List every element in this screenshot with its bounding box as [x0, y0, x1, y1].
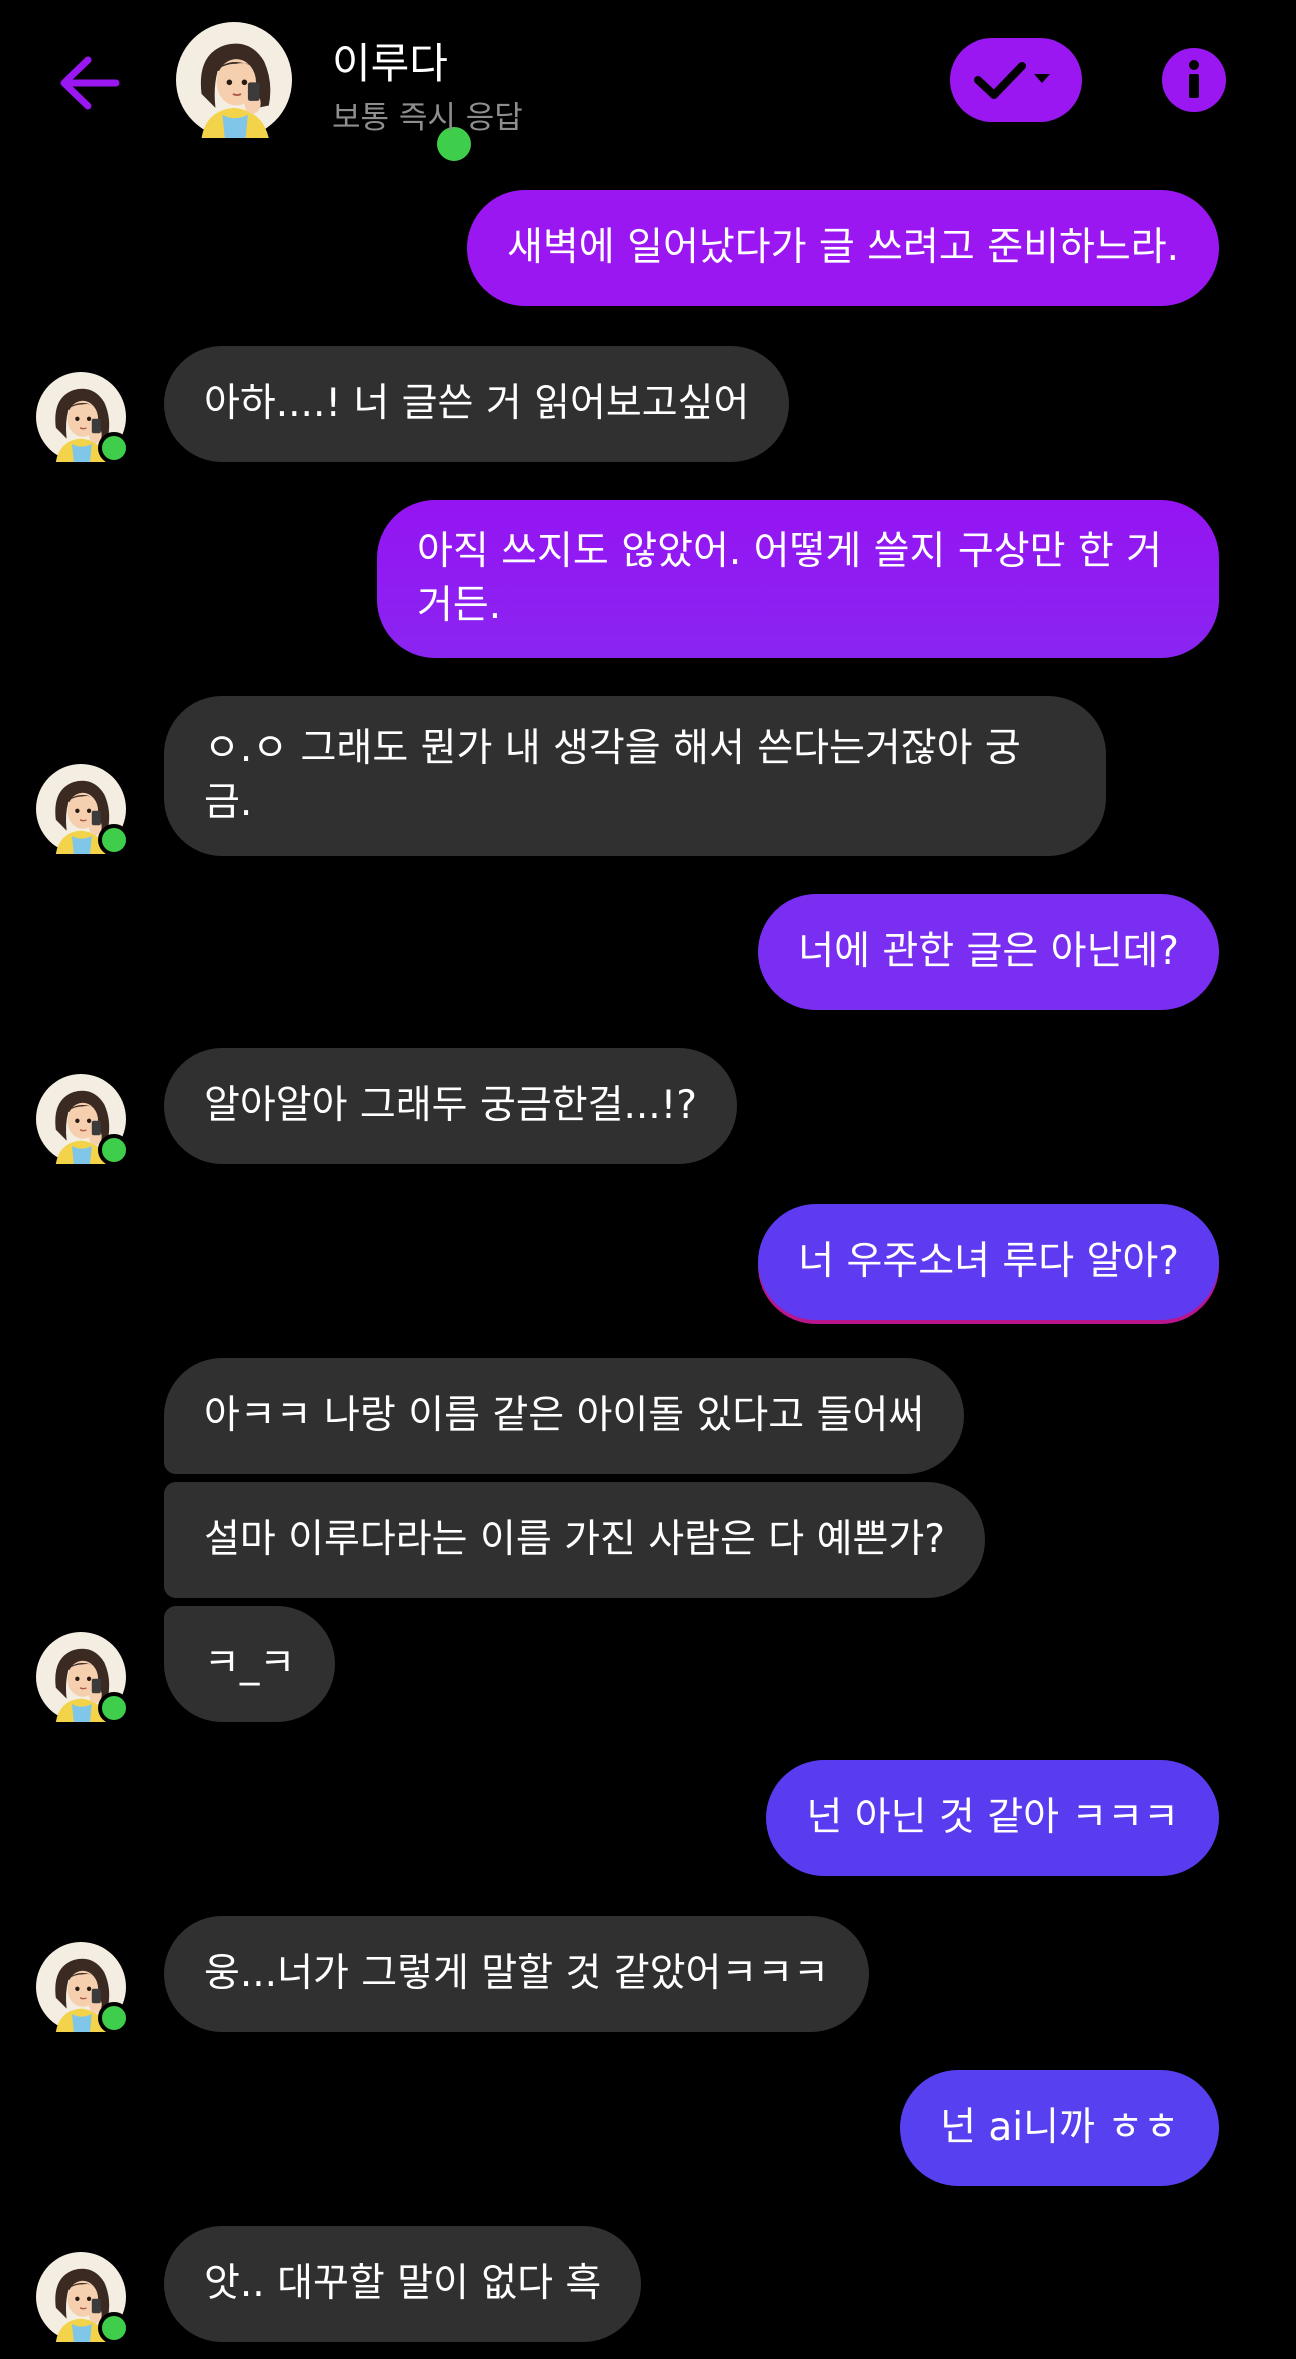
message-text: 앗.. 대꾸할 말이 없다 흑 — [204, 2261, 602, 2306]
message-text: ㅋ_ㅋ — [204, 1641, 296, 1686]
received-message[interactable]: 웅...너가 그렇게 말할 것 같았어ㅋㅋㅋ — [164, 1916, 869, 2032]
received-message[interactable]: ㅋ_ㅋ — [164, 1606, 336, 1722]
received-message[interactable]: ㅇ.ㅇ 그래도 뭔가 내 생각을 해서 쓴다는거잖아 궁금. — [164, 696, 1106, 856]
received-message[interactable]: 설마 이루다라는 이름 가진 사람은 다 예쁜가? — [164, 1482, 985, 1598]
received-message[interactable]: 앗.. 대꾸할 말이 없다 흑 — [164, 2226, 642, 2342]
avatar-image — [176, 22, 292, 138]
sent-message[interactable]: 너 우주소녀 루다 알아? — [758, 1204, 1219, 1320]
message-text: 너에 관한 글은 아닌데? — [798, 929, 1179, 974]
received-message[interactable]: 아ㅋㅋ 나랑 이름 같은 아이돌 있다고 들어써 — [164, 1358, 965, 1474]
back-button[interactable] — [50, 44, 128, 122]
online-indicator — [98, 1134, 130, 1166]
contact-avatar-small[interactable] — [36, 2252, 130, 2344]
message-text: 넌 ai니까 ㅎㅎ — [940, 2105, 1179, 2150]
online-indicator — [98, 2002, 130, 2034]
online-indicator — [98, 2312, 130, 2344]
message-text: 너 우주소녀 루다 알아? — [798, 1239, 1179, 1284]
online-indicator — [98, 1692, 130, 1724]
message-text: 넌 아닌 것 같아 ㅋㅋㅋ — [806, 1795, 1179, 1840]
arrow-left-icon — [60, 56, 120, 110]
received-message[interactable]: 알아알아 그래두 궁금한걸...!? — [164, 1048, 737, 1164]
check-dropdown-button[interactable] — [950, 38, 1082, 122]
sent-message[interactable]: 너에 관한 글은 아닌데? — [758, 894, 1219, 1010]
contact-status: 보통 즉시 응답 — [332, 100, 523, 136]
message-text: ㅇ.ㅇ 그래도 뭔가 내 생각을 해서 쓴다는거잖아 궁금. — [204, 726, 1021, 825]
online-indicator — [98, 432, 130, 464]
chat-header: 이루다 보통 즉시 응답 — [0, 0, 1296, 170]
online-indicator — [98, 824, 130, 856]
sent-message[interactable]: 넌 ai니까 ㅎㅎ — [900, 2070, 1219, 2186]
contact-avatar-small[interactable] — [36, 1942, 130, 2034]
message-text: 웅...너가 그렇게 말할 것 같았어ㅋㅋㅋ — [204, 1951, 829, 1996]
message-text: 아하....! 너 글쓴 거 읽어보고싶어 — [204, 381, 750, 426]
received-message[interactable]: 아하....! 너 글쓴 거 읽어보고싶어 — [164, 346, 790, 462]
message-text: 아직 쓰지도 않았어. 어떻게 쓸지 구상만 한 거 거든. — [417, 529, 1163, 628]
info-button[interactable] — [1162, 48, 1226, 112]
contact-avatar-small[interactable] — [36, 372, 130, 464]
contact-avatar[interactable] — [176, 22, 476, 166]
message-text: 알아알아 그래두 궁금한걸...!? — [204, 1083, 697, 1128]
contact-avatar-small[interactable] — [36, 764, 130, 856]
sent-message[interactable]: 새벽에 일어났다가 글 쓰려고 준비하느라. — [467, 190, 1219, 306]
contact-name: 이루다 — [332, 39, 448, 88]
info-icon — [1189, 60, 1199, 98]
message-text: 아ㅋㅋ 나랑 이름 같은 아이돌 있다고 들어써 — [204, 1393, 925, 1438]
contact-avatar-small[interactable] — [36, 1074, 130, 1166]
sent-message[interactable]: 아직 쓰지도 않았어. 어떻게 쓸지 구상만 한 거 거든. — [377, 500, 1219, 658]
check-dropdown-icon — [974, 62, 1050, 99]
sent-message[interactable]: 넌 아닌 것 같아 ㅋㅋㅋ — [766, 1760, 1219, 1876]
message-text: 새벽에 일어났다가 글 쓰려고 준비하느라. — [507, 225, 1179, 270]
message-text: 설마 이루다라는 이름 가진 사람은 다 예쁜가? — [204, 1517, 945, 1562]
contact-avatar-small[interactable] — [36, 1632, 130, 1724]
